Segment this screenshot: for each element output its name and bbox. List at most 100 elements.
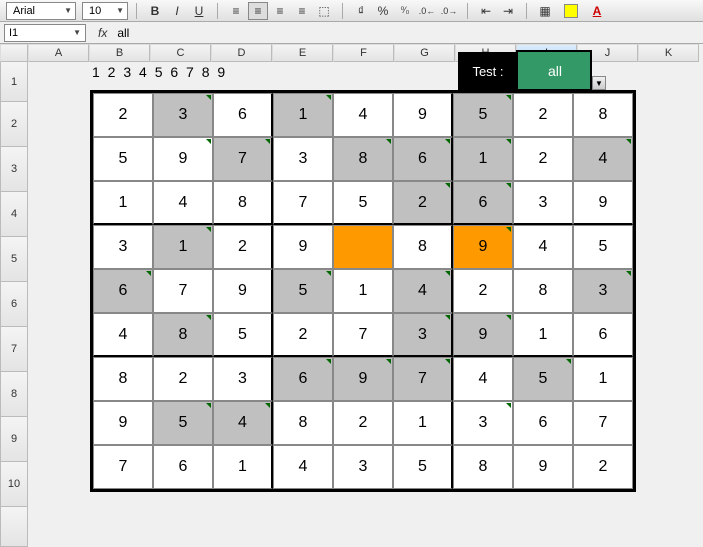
sudoku-cell[interactable]: 1 <box>153 225 213 269</box>
sudoku-cell[interactable]: 4 <box>153 181 213 225</box>
sudoku-cell[interactable]: 8 <box>273 401 333 445</box>
sudoku-cell[interactable]: 7 <box>93 445 153 489</box>
sudoku-cell[interactable]: 7 <box>213 137 273 181</box>
merge-cells-button[interactable]: ⬚ <box>314 2 334 20</box>
row-header[interactable]: 9 <box>0 417 28 462</box>
standard-button[interactable]: ⁰⁄₀ <box>395 2 415 20</box>
bg-color-button[interactable] <box>561 2 581 20</box>
sudoku-cell[interactable]: 6 <box>513 401 573 445</box>
decrease-indent-button[interactable]: ⇤ <box>476 2 496 20</box>
increase-indent-button[interactable]: ⇥ <box>498 2 518 20</box>
sudoku-cell[interactable]: 3 <box>213 357 273 401</box>
sudoku-cell[interactable]: 9 <box>573 181 633 225</box>
sudoku-cell[interactable]: 9 <box>93 401 153 445</box>
sudoku-cell[interactable]: 2 <box>153 357 213 401</box>
sudoku-cell[interactable]: 6 <box>453 181 513 225</box>
italic-button[interactable]: I <box>167 2 187 20</box>
sudoku-cell[interactable]: 2 <box>513 137 573 181</box>
borders-button[interactable]: ▦ <box>535 2 555 20</box>
sudoku-cell[interactable]: 8 <box>153 313 213 357</box>
row-header[interactable]: 3 <box>0 147 28 192</box>
column-header[interactable]: G <box>394 44 455 62</box>
sudoku-cell[interactable]: 9 <box>513 445 573 489</box>
sudoku-cell[interactable]: 4 <box>513 225 573 269</box>
sudoku-cell[interactable]: 5 <box>153 401 213 445</box>
sudoku-cell[interactable]: 6 <box>573 313 633 357</box>
sudoku-cell[interactable]: 9 <box>333 357 393 401</box>
align-left-button[interactable]: ≡ <box>226 2 246 20</box>
sudoku-cell[interactable]: 1 <box>333 269 393 313</box>
sudoku-cell[interactable]: 9 <box>273 225 333 269</box>
sudoku-cell[interactable]: 1 <box>393 401 453 445</box>
sudoku-cell[interactable]: 3 <box>273 137 333 181</box>
add-decimal-button[interactable]: .0← <box>417 2 437 20</box>
sudoku-cell[interactable]: 7 <box>273 181 333 225</box>
row-header[interactable]: 6 <box>0 282 28 327</box>
sudoku-cell[interactable]: 9 <box>213 269 273 313</box>
font-size-combo[interactable]: 10 ▼ <box>82 2 128 20</box>
sudoku-cell[interactable]: 3 <box>513 181 573 225</box>
sudoku-cell[interactable]: 1 <box>213 445 273 489</box>
sudoku-cell[interactable]: 9 <box>453 225 513 269</box>
sudoku-cell[interactable]: 8 <box>573 93 633 137</box>
column-header[interactable]: C <box>150 44 211 62</box>
row-header[interactable]: 4 <box>0 192 28 237</box>
sudoku-cell[interactable]: 9 <box>453 313 513 357</box>
row-header[interactable]: 2 <box>0 102 28 147</box>
name-box[interactable]: I1 ▼ <box>4 24 86 42</box>
bold-button[interactable]: B <box>145 2 165 20</box>
remove-decimal-button[interactable]: .0→ <box>439 2 459 20</box>
sudoku-cell[interactable]: 3 <box>153 93 213 137</box>
sudoku-cell[interactable]: 3 <box>333 445 393 489</box>
sudoku-cell[interactable]: 2 <box>573 445 633 489</box>
sudoku-cell[interactable]: 6 <box>393 137 453 181</box>
sudoku-cell[interactable]: 5 <box>273 269 333 313</box>
currency-button[interactable]: ₫ <box>351 2 371 20</box>
sudoku-cell[interactable]: 4 <box>333 93 393 137</box>
sudoku-cell[interactable]: 1 <box>93 181 153 225</box>
select-all-corner[interactable] <box>0 44 28 62</box>
fx-label[interactable]: fx <box>98 26 107 40</box>
sudoku-cell[interactable]: 8 <box>513 269 573 313</box>
sudoku-cell[interactable]: 3 <box>453 401 513 445</box>
sudoku-cell[interactable]: 4 <box>93 313 153 357</box>
sudoku-cell[interactable]: 4 <box>273 445 333 489</box>
sudoku-cell[interactable]: 1 <box>453 137 513 181</box>
sudoku-cell[interactable]: 5 <box>93 137 153 181</box>
font-name-combo[interactable]: Arial ▼ <box>6 2 76 20</box>
sudoku-cell[interactable]: 6 <box>93 269 153 313</box>
sudoku-cell[interactable]: 9 <box>153 137 213 181</box>
sudoku-cell[interactable]: 9 <box>393 93 453 137</box>
column-header[interactable]: E <box>272 44 333 62</box>
row-header[interactable] <box>0 507 28 547</box>
underline-button[interactable]: U <box>189 2 209 20</box>
sudoku-cell[interactable]: 7 <box>393 357 453 401</box>
align-justify-button[interactable]: ≡ <box>292 2 312 20</box>
column-header[interactable]: D <box>211 44 272 62</box>
percent-button[interactable]: % <box>373 2 393 20</box>
sudoku-cell[interactable]: 5 <box>513 357 573 401</box>
column-header[interactable]: F <box>333 44 394 62</box>
sudoku-cell[interactable]: 2 <box>213 225 273 269</box>
sudoku-cell[interactable]: 2 <box>453 269 513 313</box>
sudoku-cell[interactable]: 5 <box>213 313 273 357</box>
sudoku-cell[interactable]: 8 <box>93 357 153 401</box>
sudoku-cell[interactable]: 1 <box>273 93 333 137</box>
row-header[interactable]: 8 <box>0 372 28 417</box>
sudoku-cell[interactable]: 3 <box>393 313 453 357</box>
sudoku-cell[interactable]: 5 <box>573 225 633 269</box>
sudoku-cell[interactable]: 7 <box>153 269 213 313</box>
sudoku-cell[interactable]: 5 <box>333 181 393 225</box>
sudoku-cell[interactable]: 7 <box>573 401 633 445</box>
font-color-button[interactable]: A <box>587 2 607 20</box>
sudoku-cell[interactable]: 4 <box>573 137 633 181</box>
sudoku-cell[interactable]: 3 <box>573 269 633 313</box>
align-right-button[interactable]: ≡ <box>270 2 290 20</box>
row-header[interactable]: 7 <box>0 327 28 372</box>
sudoku-cell[interactable]: 5 <box>453 93 513 137</box>
column-header[interactable]: B <box>89 44 150 62</box>
sudoku-cell[interactable]: 5 <box>393 445 453 489</box>
sudoku-cell[interactable]: 3 <box>93 225 153 269</box>
column-header[interactable]: A <box>28 44 89 62</box>
sudoku-cell[interactable]: 2 <box>93 93 153 137</box>
